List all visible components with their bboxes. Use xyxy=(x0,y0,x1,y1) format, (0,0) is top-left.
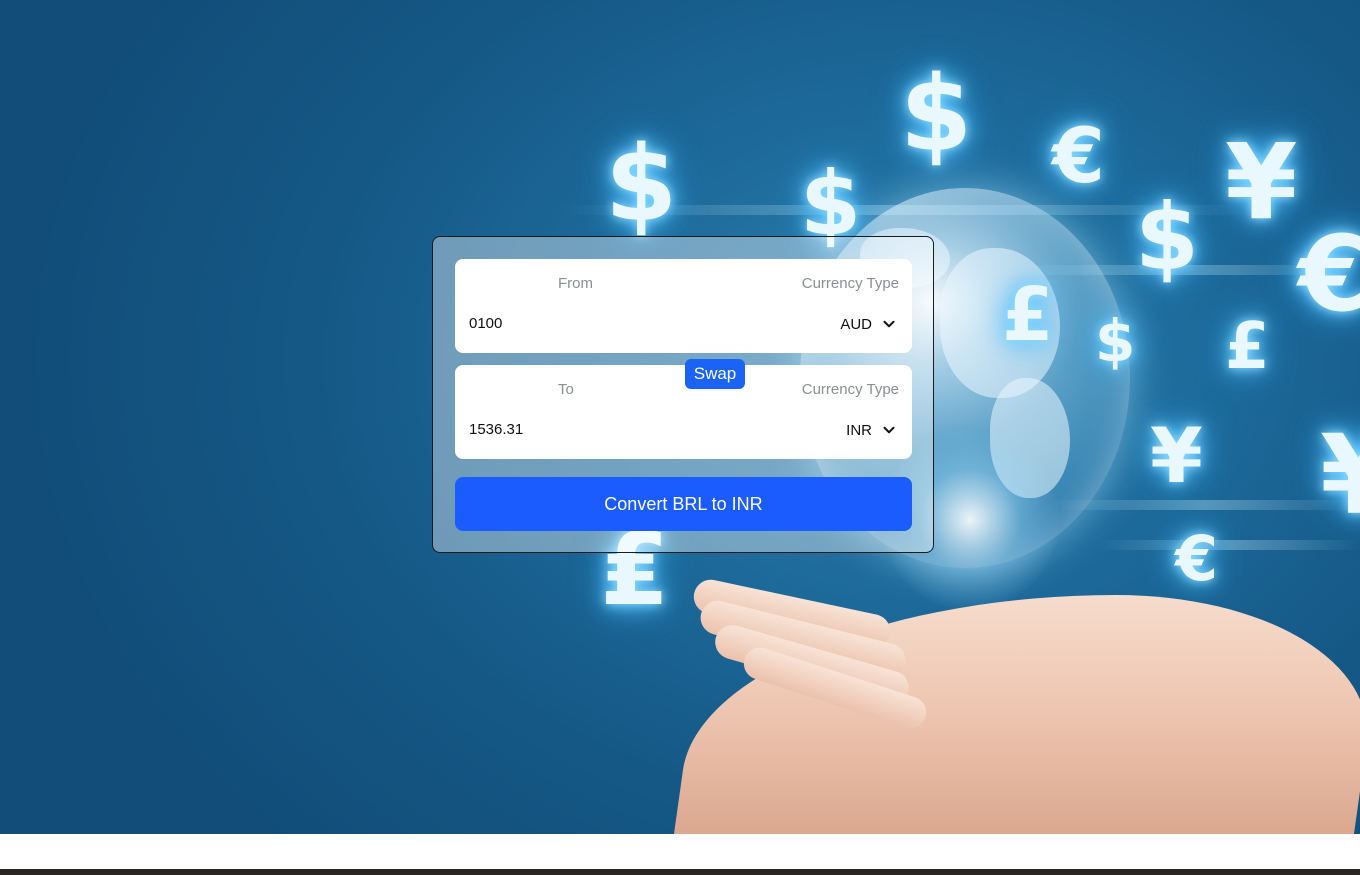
dollar-symbol: $ xyxy=(1135,184,1200,291)
yen-symbol: ¥ xyxy=(1320,411,1360,539)
euro-symbol: € xyxy=(1052,111,1105,200)
pound-symbol: £ xyxy=(1002,272,1054,358)
chevron-down-icon xyxy=(883,320,895,328)
euro-symbol: € xyxy=(1175,522,1219,595)
dollar-symbol: $ xyxy=(800,152,862,255)
dollar-symbol: $ xyxy=(605,123,678,245)
to-field-group: To Currency Type INR xyxy=(455,365,912,459)
light-streak xyxy=(1050,500,1360,510)
from-field-group: From Currency Type AUD xyxy=(455,259,912,353)
yen-symbol: ¥ xyxy=(1225,121,1298,243)
to-currency-select[interactable]: INR xyxy=(846,419,898,441)
footer-strip xyxy=(0,869,1360,875)
to-amount-input[interactable] xyxy=(467,417,711,441)
dollar-symbol: $ xyxy=(900,53,973,175)
to-currency-type-label: Currency Type xyxy=(801,381,899,398)
from-label: From xyxy=(558,275,593,292)
swap-button[interactable]: Swap xyxy=(685,359,745,389)
from-currency-type-label: Currency Type xyxy=(801,275,899,292)
from-currency-select[interactable]: AUD xyxy=(840,313,898,335)
light-streak xyxy=(1100,540,1360,550)
to-currency-value: INR xyxy=(846,421,872,439)
pound-symbol: £ xyxy=(1225,310,1270,384)
chevron-down-icon xyxy=(883,426,895,434)
from-currency-value: AUD xyxy=(840,315,872,333)
euro-symbol: € xyxy=(1298,213,1360,335)
to-label: To xyxy=(558,381,574,398)
yen-symbol: ¥ xyxy=(1150,411,1203,500)
from-amount-input[interactable] xyxy=(467,311,711,335)
dollar-symbol: $ xyxy=(1095,307,1136,375)
converter-card: From Currency Type AUD To Currency Type … xyxy=(432,236,934,553)
convert-button[interactable]: Convert BRL to INR xyxy=(455,477,912,531)
